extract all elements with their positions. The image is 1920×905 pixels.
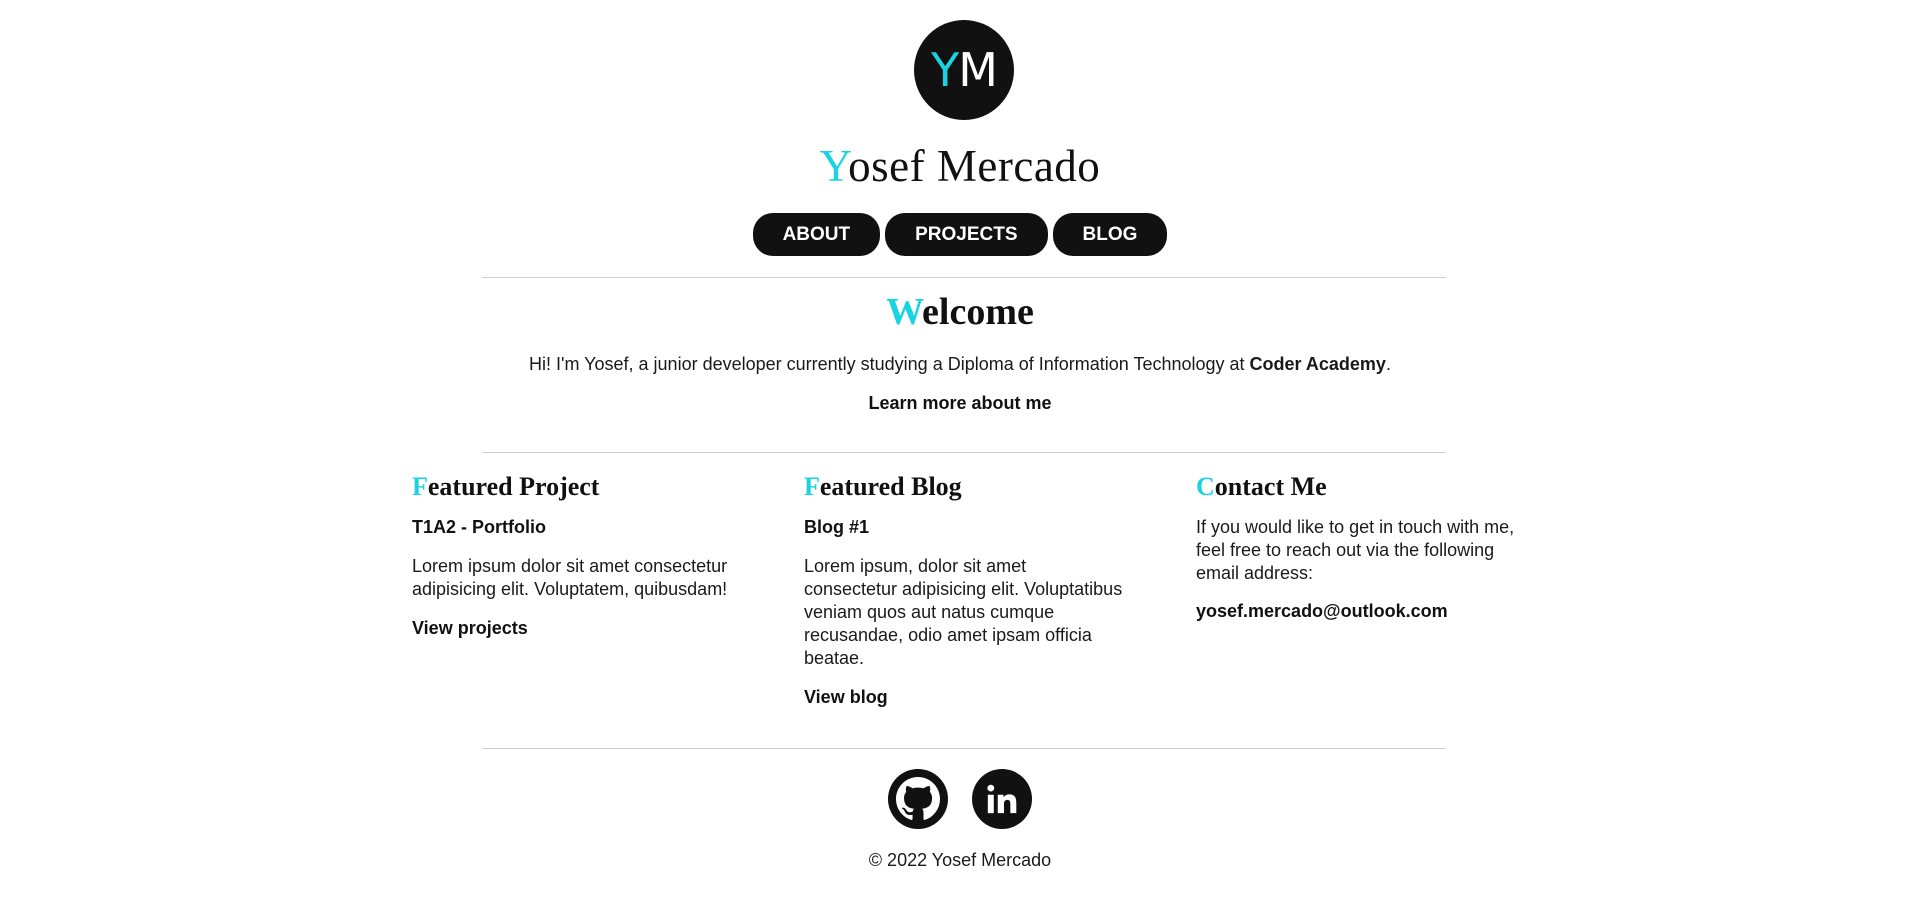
github-glyph: [896, 777, 940, 820]
welcome-text-end: .: [1385, 354, 1391, 374]
site-title-rest: osef Mercado: [848, 141, 1101, 191]
featured-blog-title: Featured Blog: [804, 470, 1124, 504]
logo[interactable]: YM: [914, 20, 1014, 120]
main-nav: ABOUT PROJECTS BLOG: [0, 213, 1920, 256]
copyright-text: © 2022 Yosef Mercado: [868, 850, 1052, 870]
site-title: Yosef Mercado: [0, 140, 1920, 192]
contact-title: Contact Me: [1196, 470, 1516, 504]
contact-section: Contact Me If you would like to get in t…: [1196, 470, 1516, 622]
divider-middle: [482, 452, 1446, 453]
nav-about-button[interactable]: ABOUT: [752, 213, 881, 256]
linkedin-glyph: [987, 784, 1017, 814]
view-projects-link[interactable]: View projects: [412, 617, 528, 640]
welcome-title: Welcome: [0, 290, 1920, 334]
learn-more-container: Learn more about me: [0, 393, 1920, 414]
page: YM Yosef Mercado ABOUT PROJECTS BLOG Wel…: [0, 0, 1920, 905]
featured-project-title-rest: eatured Project: [427, 472, 600, 501]
contact-email-link[interactable]: yosef.mercado@outlook.com: [1196, 601, 1516, 622]
logo-letter-y: Y: [931, 43, 959, 97]
contact-title-rest: ontact Me: [1214, 472, 1327, 501]
view-blog-link[interactable]: View blog: [804, 686, 888, 709]
contact-title-initial: C: [1196, 472, 1215, 501]
welcome-title-rest: elcome: [922, 291, 1034, 333]
welcome-text: Hi! I'm Yosef, a junior developer curren…: [0, 354, 1920, 375]
featured-project-section: Featured Project T1A2 - Portfolio Lorem …: [412, 470, 732, 640]
featured-blog-title-rest: eatured Blog: [819, 472, 962, 501]
nav-blog-button[interactable]: BLOG: [1052, 213, 1168, 256]
divider-bottom: [482, 748, 1446, 749]
learn-more-link[interactable]: Learn more about me: [868, 393, 1051, 413]
featured-project-title: Featured Project: [412, 470, 732, 504]
welcome-text-intro: Hi! I'm Yosef, a junior developer curren…: [529, 354, 1250, 374]
featured-blog-title-initial: F: [804, 472, 820, 501]
nav-projects-button[interactable]: PROJECTS: [885, 213, 1048, 256]
welcome-title-initial: W: [886, 291, 923, 333]
featured-project-description: Lorem ipsum dolor sit amet consectetur a…: [412, 556, 728, 599]
linkedin-icon[interactable]: [972, 769, 1032, 829]
featured-project-name: T1A2 - Portfolio: [412, 517, 546, 537]
site-title-initial: Y: [819, 141, 849, 191]
coder-academy-text: Coder Academy: [1249, 354, 1386, 374]
featured-project-title-initial: F: [412, 472, 428, 501]
divider-top: [482, 277, 1446, 278]
logo-letter-m: M: [958, 43, 998, 97]
featured-blog-description: Lorem ipsum, dolor sit amet consectetur …: [804, 556, 1123, 668]
social-links: [0, 769, 1920, 829]
featured-blog-section: Featured Blog Blog #1 Lorem ipsum, dolor…: [804, 470, 1124, 709]
featured-blog-name: Blog #1: [804, 517, 870, 537]
github-icon[interactable]: [888, 769, 948, 829]
contact-description: If you would like to get in touch with m…: [1196, 517, 1515, 583]
